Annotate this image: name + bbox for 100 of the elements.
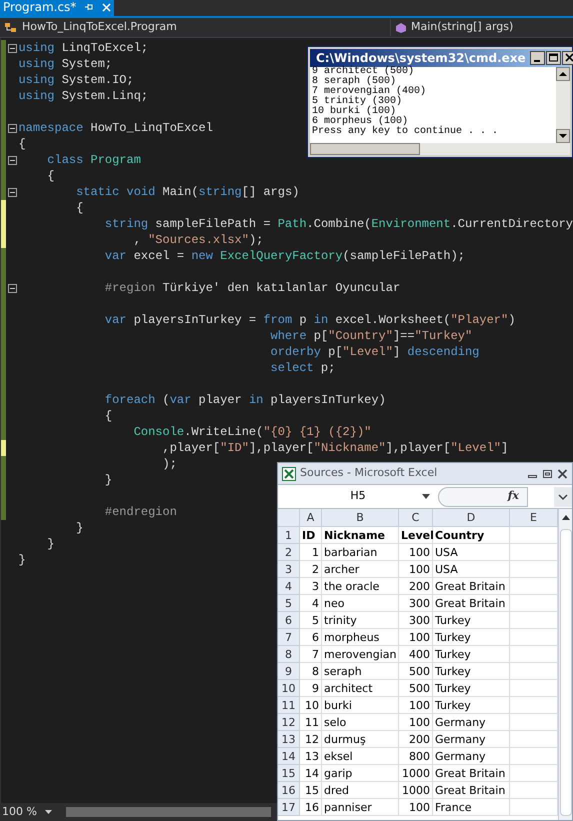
row-header[interactable]: 17	[278, 799, 300, 816]
collapse-icon[interactable]	[8, 44, 17, 52]
row-header[interactable]: 7	[278, 629, 300, 646]
row-header[interactable]: 11	[278, 697, 300, 714]
code-line: select p;	[270, 360, 336, 376]
row-header[interactable]: 3	[278, 561, 300, 578]
table-cell: 10	[300, 697, 322, 714]
expand-icon[interactable]	[554, 486, 572, 506]
maximize-icon[interactable]	[546, 51, 561, 65]
code-line: #region Türkiye' den katılanlar Oyuncular	[104, 280, 400, 296]
table-cell: Great Britain	[433, 578, 510, 595]
table-cell: 200	[399, 578, 433, 595]
horizontal-scrollbar[interactable]	[310, 143, 570, 155]
table-cell: 100	[399, 629, 433, 646]
close-icon[interactable]	[557, 468, 568, 478]
restore-icon[interactable]	[542, 468, 553, 478]
table-cell: Turkey	[433, 612, 510, 629]
table-cell: 200	[399, 731, 433, 748]
column-header[interactable]: B	[322, 509, 399, 527]
scroll-down-icon[interactable]	[556, 129, 570, 143]
spreadsheet-icon	[282, 466, 296, 480]
row-header[interactable]: 6	[278, 612, 300, 629]
row-header[interactable]: 14	[278, 748, 300, 765]
zoom-dropdown[interactable]: 100 %	[0, 804, 58, 820]
table-cell: 7	[300, 646, 322, 663]
caret-icon[interactable]	[422, 494, 430, 498]
table-cell: durmuş	[322, 731, 399, 748]
collapse-icon[interactable]	[8, 156, 17, 164]
table-cell: garip	[322, 765, 399, 782]
table-cell: Turkey	[433, 697, 510, 714]
vertical-scrollbar[interactable]	[556, 67, 570, 143]
collapse-icon[interactable]	[8, 284, 17, 292]
class-dropdown[interactable]: HowTo_LinqToExcel.Program	[0, 19, 390, 36]
code-line: using System;	[18, 56, 112, 72]
code-line: foreach (var player in playersInTurkey)	[104, 392, 386, 408]
code-line: , "Sources.xlsx");	[132, 232, 264, 248]
row-header[interactable]: 9	[278, 663, 300, 680]
table-cell: Nickname	[322, 527, 399, 544]
table-cell: Turkey	[433, 646, 510, 663]
table-cell: 16	[300, 799, 322, 816]
code-line: ,player["ID"],player["Nickname"],player["Level"]	[162, 440, 508, 456]
table-cell: seraph	[322, 663, 399, 680]
column-header[interactable]: D	[433, 509, 510, 527]
row-header[interactable]: 5	[278, 595, 300, 612]
table-cell: Turkey	[433, 680, 510, 697]
row-header[interactable]: 4	[278, 578, 300, 595]
vertical-scrollbar[interactable]	[558, 509, 572, 820]
caret-icon[interactable]	[44, 810, 52, 814]
console-line: 8 seraph (500)	[312, 77, 398, 87]
member-dropdown[interactable]: Main(string[] args)	[390, 19, 573, 36]
table-cell: 300	[399, 612, 433, 629]
horizontal-scrollbar[interactable]	[66, 807, 271, 817]
code-line: {	[104, 408, 112, 424]
table-cell: 11	[300, 714, 322, 731]
pin-icon[interactable]	[84, 2, 94, 12]
table-cell: 6	[300, 629, 322, 646]
table-cell: 13	[300, 748, 322, 765]
row-header[interactable]: 1	[278, 527, 300, 544]
table-cell: 12	[300, 731, 322, 748]
table-cell: merovengian	[322, 646, 399, 663]
name-box[interactable]: H5	[278, 486, 438, 506]
table-cell: Germany	[433, 748, 510, 765]
collapse-icon[interactable]	[8, 188, 17, 196]
table-cell: Turkey	[433, 663, 510, 680]
minimize-icon[interactable]	[530, 51, 545, 65]
table-cell: 300	[399, 595, 433, 612]
collapse-icon[interactable]	[8, 124, 17, 132]
row-header[interactable]: 2	[278, 544, 300, 561]
table-cell: Germany	[433, 731, 510, 748]
code-line: var playersInTurkey = from p in excel.Worksheet("Player")	[104, 312, 516, 328]
row-header[interactable]: 15	[278, 765, 300, 782]
row-header[interactable]: 12	[278, 714, 300, 731]
console-line: 10 burki (100)	[312, 107, 396, 117]
row-header[interactable]: 16	[278, 782, 300, 799]
table-cell: 100	[399, 714, 433, 731]
insert-function-button[interactable]: fx	[508, 488, 519, 505]
table-cell: 14	[300, 765, 322, 782]
table-cell: 500	[399, 680, 433, 697]
table-cell: neo	[322, 595, 399, 612]
table-cell: 100	[399, 544, 433, 561]
code-line: class Program	[46, 152, 141, 168]
table-cell: burki	[322, 697, 399, 714]
code-line: static void Main(string[] args)	[75, 184, 300, 200]
table-cell: architect	[322, 680, 399, 697]
console-line: 5 trinity (300)	[312, 97, 404, 107]
scroll-up-icon[interactable]	[556, 67, 570, 81]
table-cell: barbarian	[322, 544, 399, 561]
row-header[interactable]: 8	[278, 646, 300, 663]
table-cell: Turkey	[433, 629, 510, 646]
console-line: 6 morpheus (100)	[312, 117, 410, 127]
editor-tab[interactable]: Program.cs*	[0, 0, 114, 16]
column-header[interactable]: C	[399, 509, 433, 527]
column-header[interactable]: A	[300, 509, 322, 527]
table-cell: 2	[300, 561, 322, 578]
row-header[interactable]: 10	[278, 680, 300, 697]
console-line: Press any key to continue . . .	[312, 127, 500, 137]
close-icon[interactable]	[562, 51, 573, 65]
row-header[interactable]: 13	[278, 731, 300, 748]
table-cell: 400	[399, 646, 433, 663]
code-line: );	[162, 456, 177, 472]
